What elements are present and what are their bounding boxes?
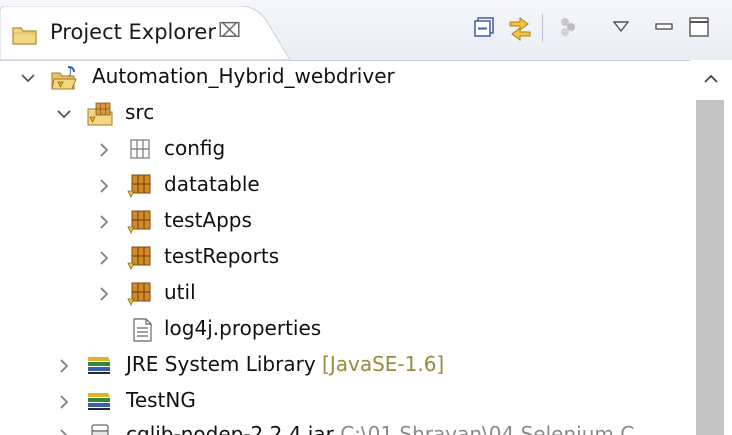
- library-icon: [86, 353, 114, 379]
- view-title: Project Explorer: [50, 20, 216, 44]
- chevron-down-icon[interactable]: [54, 102, 74, 126]
- view-header: Project Explorer ⌧: [0, 0, 732, 61]
- svg-text:J: J: [68, 67, 72, 77]
- chevron-down-icon[interactable]: [18, 66, 38, 90]
- chevron-right-icon[interactable]: [54, 354, 74, 378]
- tree-item-src[interactable]: src: [0, 96, 690, 132]
- scroll-up-button[interactable]: [690, 60, 732, 98]
- package-icon: [126, 245, 154, 271]
- scrollbar-thumb[interactable]: [696, 100, 724, 435]
- chevron-right-icon[interactable]: [94, 138, 114, 162]
- tree-item-testng-library[interactable]: TestNG: [0, 384, 690, 420]
- tree-item-jre-library[interactable]: JRE System Library [JavaSE-1.6]: [0, 348, 690, 384]
- chevron-right-icon[interactable]: [54, 424, 74, 435]
- chevron-right-icon[interactable]: [94, 246, 114, 270]
- package-icon: [126, 281, 154, 307]
- close-icon[interactable]: ⌧: [218, 18, 241, 42]
- project-tree: J Automation_Hybrid_webdriver src config…: [0, 60, 690, 435]
- library-version: [JavaSE-1.6]: [322, 352, 445, 376]
- library-icon: [86, 389, 114, 415]
- tree-label: cglib-nodep-2.2.4.jar C:\01 Shravan\04 S…: [126, 422, 634, 435]
- tab-project-explorer[interactable]: Project Explorer ⌧: [0, 6, 300, 60]
- tree-label: util: [164, 280, 196, 304]
- jar-icon: [88, 423, 116, 435]
- tree-item-package-datatable[interactable]: datatable: [0, 168, 690, 204]
- tree-label: config: [164, 136, 226, 160]
- tree-label: src: [125, 100, 155, 124]
- tree-item-file-log4j[interactable]: log4j.properties: [0, 312, 690, 348]
- tree-item-package-config[interactable]: config: [0, 132, 690, 168]
- jar-name: cglib-nodep-2.2.4.jar: [126, 422, 334, 435]
- minimize-icon[interactable]: [652, 10, 676, 44]
- chevron-up-icon: [704, 74, 718, 83]
- tree-label: JRE System Library [JavaSE-1.6]: [126, 352, 444, 376]
- tree-label: Automation_Hybrid_webdriver: [92, 64, 395, 88]
- package-icon: [126, 209, 154, 235]
- chevron-right-icon[interactable]: [54, 390, 74, 414]
- chevron-right-icon[interactable]: [94, 174, 114, 198]
- maximize-icon[interactable]: [686, 10, 712, 44]
- toolbar-separator: [542, 14, 543, 42]
- tree-label: TestNG: [126, 388, 196, 412]
- tree-item-jar[interactable]: cglib-nodep-2.2.4.jar C:\01 Shravan\04 S…: [0, 418, 690, 435]
- tree-item-package-testreports[interactable]: testReports: [0, 240, 690, 276]
- chevron-right-icon[interactable]: [94, 282, 114, 306]
- source-folder-icon: [86, 101, 114, 127]
- collapse-all-icon[interactable]: [470, 10, 498, 44]
- tree-item-package-testapps[interactable]: testApps: [0, 204, 690, 240]
- tree-label: testReports: [164, 244, 280, 268]
- tree-item-package-util[interactable]: util: [0, 276, 690, 312]
- tree-label: datatable: [164, 172, 260, 196]
- empty-package-icon: [128, 137, 156, 163]
- folder-icon: [12, 24, 38, 46]
- tree-label: testApps: [164, 208, 252, 232]
- jar-path: C:\01 Shravan\04 Selenium C: [340, 422, 635, 435]
- filters-icon[interactable]: [554, 10, 582, 44]
- tree-item-project[interactable]: J Automation_Hybrid_webdriver: [0, 60, 690, 96]
- tree-label: log4j.properties: [164, 316, 322, 340]
- java-project-icon: J: [50, 65, 78, 91]
- link-with-editor-icon[interactable]: [505, 10, 535, 44]
- package-icon: [126, 173, 154, 199]
- properties-file-icon: [132, 317, 160, 343]
- library-name: JRE System Library: [126, 352, 316, 376]
- vertical-scrollbar[interactable]: [690, 60, 732, 435]
- view-menu-icon[interactable]: [612, 10, 630, 44]
- chevron-right-icon[interactable]: [94, 210, 114, 234]
